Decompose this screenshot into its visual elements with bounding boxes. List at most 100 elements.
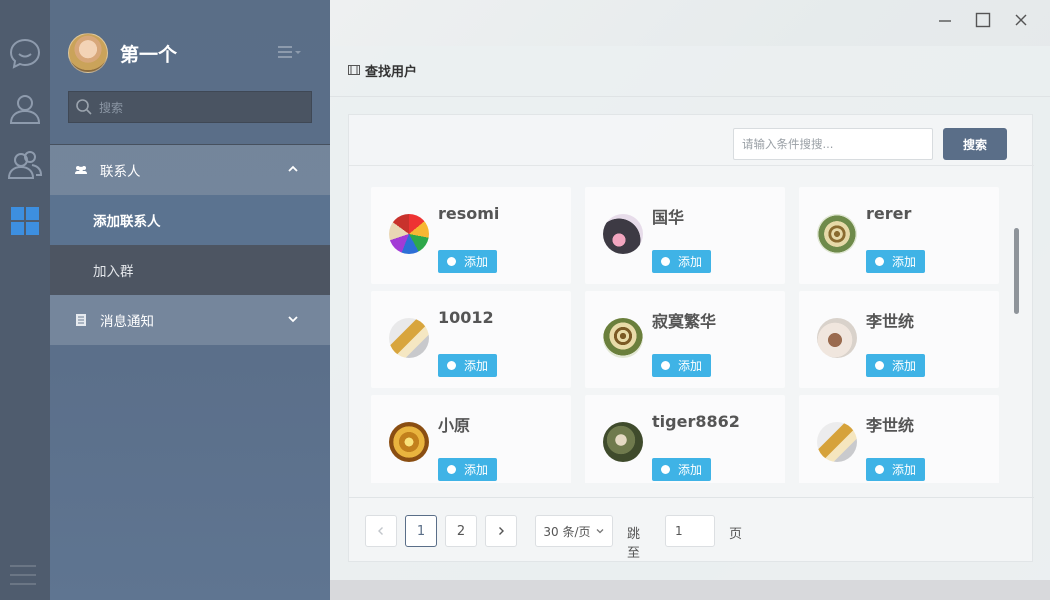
chevron-left-icon [378, 527, 383, 535]
avatar[interactable] [68, 33, 108, 73]
add-button-label: 添加 [677, 359, 702, 373]
add-icon [660, 465, 670, 474]
jump-page-input[interactable]: 1 [665, 515, 715, 547]
search-placeholder: 搜索 [99, 100, 124, 115]
add-button-label: 添加 [891, 255, 916, 269]
chat-icon[interactable] [6, 34, 44, 72]
user-card: 李世统 添加 [799, 395, 999, 483]
icon-rail [0, 0, 50, 600]
chevron-up-icon [288, 165, 298, 172]
user-avatar[interactable] [817, 422, 857, 462]
user-name: 寂寞繁华 [652, 312, 717, 331]
menu-group-contacts[interactable]: 联系人 [50, 145, 330, 195]
list-menu-icon[interactable] [278, 44, 304, 60]
user-card: rerer 添加 [799, 187, 999, 284]
hamburger-menu-icon[interactable] [10, 564, 36, 586]
user-name: 小原 [438, 416, 471, 435]
user-card: 寂寞繁华 添加 [585, 291, 785, 388]
add-user-button[interactable]: 添加 [866, 458, 925, 481]
add-user-button[interactable]: 添加 [438, 354, 497, 377]
scrollbar[interactable] [1014, 228, 1019, 314]
divider [330, 96, 1050, 97]
add-icon [874, 361, 884, 370]
add-icon [660, 257, 670, 266]
user-grid: resomi 添加 国华 添加 rerer 添加 10012 添加 寂寞繁华 添… [349, 166, 1034, 483]
user-card: resomi 添加 [371, 187, 571, 284]
close-button[interactable] [1002, 8, 1040, 32]
chevron-right-icon [499, 527, 504, 535]
maximize-icon [975, 12, 991, 28]
user-card: 小原 添加 [371, 395, 571, 483]
user-search-input[interactable]: 请输入条件搜搜... [733, 128, 933, 160]
add-user-button[interactable]: 添加 [438, 458, 497, 481]
window-controls [926, 8, 1040, 32]
group-icon [75, 166, 87, 174]
page-unit-label: 页 [729, 527, 743, 542]
user-avatar[interactable] [389, 214, 429, 254]
add-icon [874, 465, 884, 474]
minimize-button[interactable] [926, 8, 964, 32]
user-avatar[interactable] [817, 214, 857, 254]
main-area: 查找用户 请输入条件搜搜... 搜索 resomi 添加 国华 添加 rerer… [330, 0, 1050, 600]
add-icon [660, 361, 670, 370]
user-name: 10012 [438, 308, 494, 327]
user-avatar[interactable] [603, 422, 643, 462]
profile-name: 第一个 [120, 43, 178, 66]
add-icon [446, 257, 456, 266]
page-button[interactable]: 1 [405, 515, 437, 547]
user-icon[interactable] [6, 90, 44, 128]
chevron-down-icon [288, 316, 298, 323]
add-button-label: 添加 [463, 359, 488, 373]
jump-label: 跳至 [627, 527, 641, 561]
content-box: 请输入条件搜搜... 搜索 resomi 添加 国华 添加 rerer 添加 1… [348, 114, 1034, 562]
add-icon [446, 465, 456, 474]
notification-icon [76, 314, 86, 326]
search-button[interactable]: 搜索 [943, 128, 1007, 160]
minimize-icon [939, 20, 951, 22]
sidebar-item-join-group[interactable]: 加入群 [50, 245, 330, 295]
sidebar-item-label: 加入群 [93, 264, 134, 280]
page-size-select[interactable]: 30 条/页 [535, 515, 613, 547]
user-avatar[interactable] [603, 214, 643, 254]
prev-page-button[interactable] [365, 515, 397, 547]
apps-grid-icon[interactable] [6, 202, 44, 240]
add-icon [446, 361, 456, 370]
user-name: 李世统 [866, 312, 915, 331]
add-user-button[interactable]: 添加 [438, 250, 497, 273]
user-card: tiger8862 添加 [585, 395, 785, 483]
add-user-button[interactable]: 添加 [866, 250, 925, 273]
add-user-button[interactable]: 添加 [866, 354, 925, 377]
divider [349, 497, 1034, 498]
menu-group-notifications[interactable]: 消息通知 [50, 295, 330, 345]
find-user-panel: 查找用户 请输入条件搜搜... 搜索 resomi 添加 国华 添加 rerer… [330, 46, 1050, 580]
user-card: 国华 添加 [585, 187, 785, 284]
page-title: 查找用户 [365, 64, 418, 80]
contacts-icon[interactable] [6, 146, 44, 184]
page-button[interactable]: 2 [445, 515, 477, 547]
maximize-button[interactable] [964, 8, 1002, 32]
sidebar-item-add-contact[interactable]: 添加联系人 [50, 195, 330, 245]
add-button-label: 添加 [677, 463, 702, 477]
add-icon [874, 257, 884, 266]
user-avatar[interactable] [389, 318, 429, 358]
search-icon [76, 99, 92, 115]
user-avatar[interactable] [817, 318, 857, 358]
page-size-value: 30 条/页 [543, 524, 591, 539]
window-bottom-edge [330, 580, 1050, 600]
add-user-button[interactable]: 添加 [652, 250, 711, 273]
user-name: resomi [438, 204, 500, 223]
next-page-button[interactable] [485, 515, 517, 547]
add-user-button[interactable]: 添加 [652, 354, 711, 377]
add-button-label: 添加 [463, 463, 488, 477]
add-button-label: 添加 [891, 463, 916, 477]
user-card: 李世统 添加 [799, 291, 999, 388]
panel-header: 查找用户 [348, 62, 418, 80]
close-icon [1015, 14, 1027, 26]
chevron-down-icon [596, 529, 604, 534]
user-avatar[interactable] [389, 422, 429, 462]
user-name: rerer [866, 204, 912, 223]
sidebar-search-input[interactable]: 搜索 [68, 91, 312, 123]
sidebar-item-label: 添加联系人 [93, 214, 161, 230]
add-user-button[interactable]: 添加 [652, 458, 711, 481]
user-avatar[interactable] [603, 318, 643, 358]
